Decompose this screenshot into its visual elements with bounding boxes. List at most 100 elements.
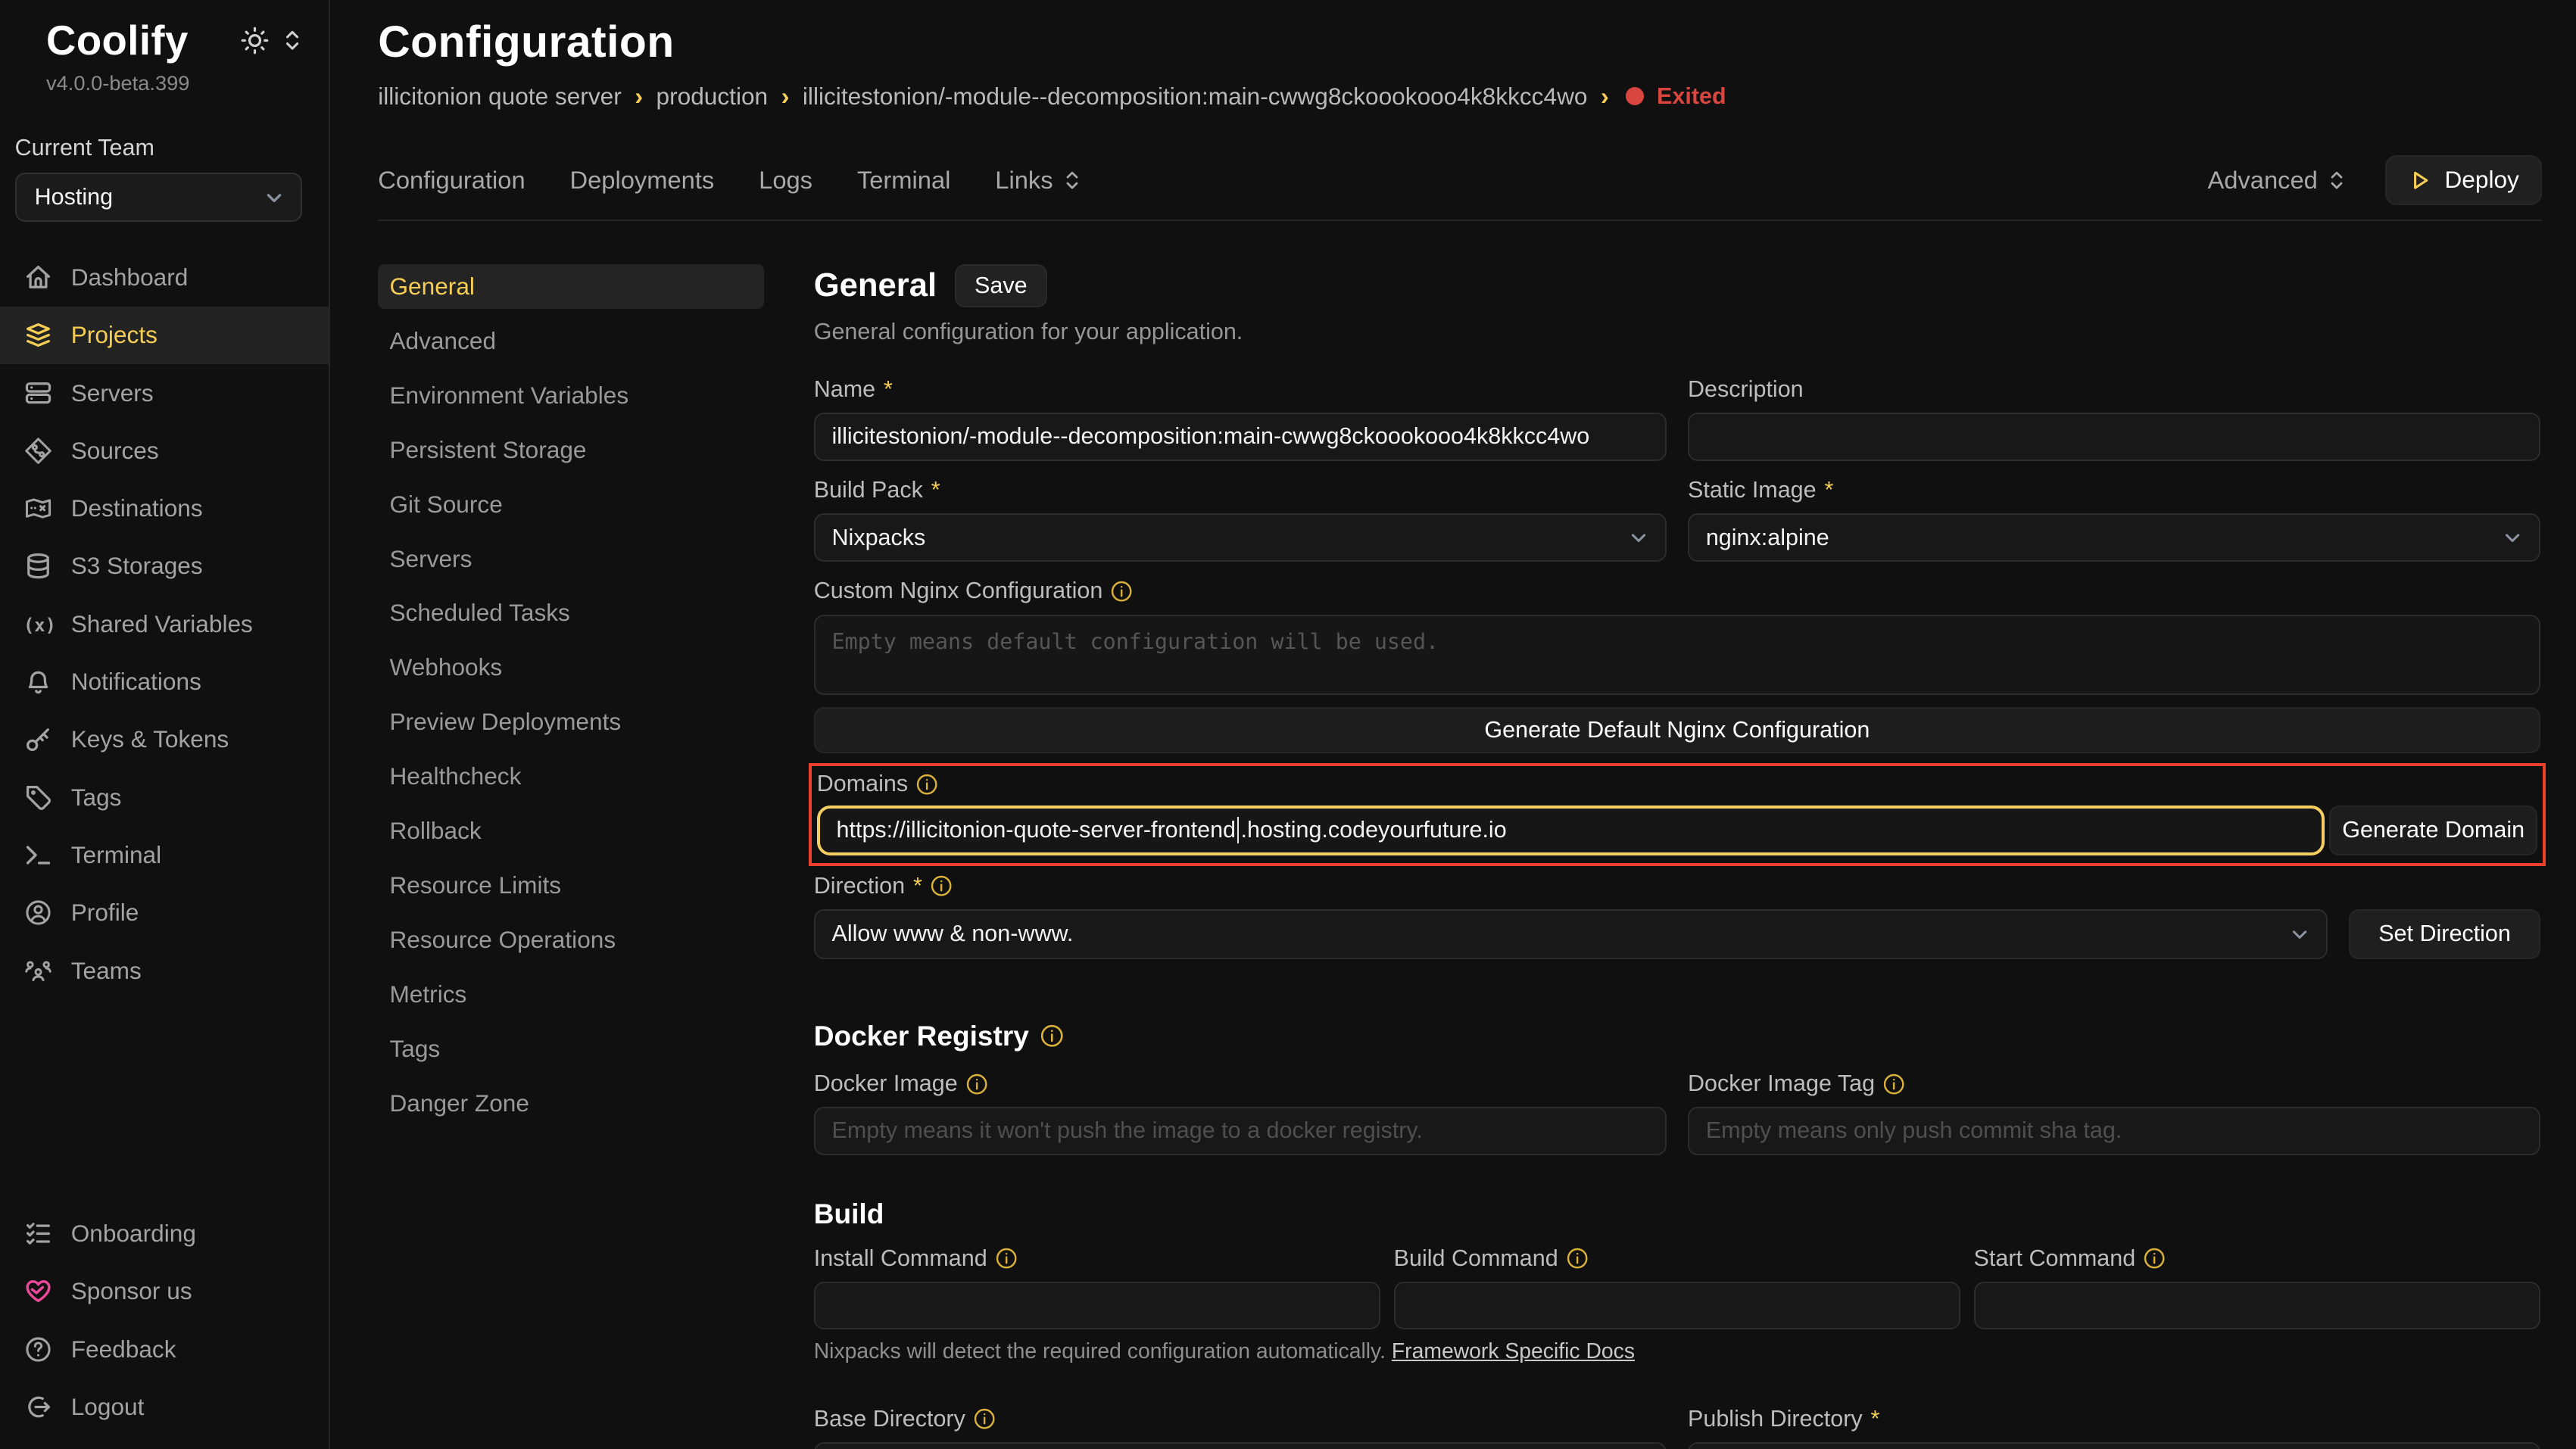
description-input[interactable] [1688, 413, 2540, 460]
publish-directory-input[interactable] [1688, 1442, 2540, 1449]
required-marker: * [1825, 477, 1834, 503]
info-icon [966, 1074, 987, 1095]
build-command-input[interactable] [1394, 1282, 1960, 1329]
tab-deployments[interactable]: Deployments [570, 166, 715, 195]
subnav-git-source[interactable]: Git Source [378, 482, 764, 527]
help-circle-icon [23, 1335, 53, 1364]
subnav-webhooks[interactable]: Webhooks [378, 646, 764, 690]
breadcrumb-application[interactable]: illicitestonion/-module--decomposition:m… [803, 83, 1588, 111]
sidebar-item-teams[interactable]: Teams [0, 942, 329, 999]
publish-directory-label: Publish Directory [1688, 1406, 1863, 1432]
generate-nginx-button[interactable]: Generate Default Nginx Configuration [814, 707, 2540, 753]
subnav-general[interactable]: General [378, 264, 764, 309]
play-icon [2409, 169, 2432, 192]
generate-domain-button[interactable]: Generate Domain [2329, 806, 2537, 855]
sidebar-item-shared-variables[interactable]: (x) Shared Variables [0, 595, 329, 653]
breadcrumb: illicitonion quote server › production ›… [378, 82, 2542, 111]
logout-icon [23, 1392, 53, 1422]
nginx-config-textarea[interactable]: Empty means default configuration will b… [814, 615, 2540, 696]
subnav-advanced[interactable]: Advanced [378, 319, 764, 363]
sidebar-item-label: Terminal [71, 841, 161, 869]
subnav-resource-operations[interactable]: Resource Operations [378, 918, 764, 962]
subnav-metrics[interactable]: Metrics [378, 972, 764, 1017]
sidebar-item-sources[interactable]: Sources [0, 422, 329, 479]
sidebar-item-terminal[interactable]: Terminal [0, 826, 329, 883]
docker-image-input[interactable] [814, 1107, 1667, 1155]
section-subtitle: General configuration for your applicati… [814, 319, 2540, 345]
direction-select[interactable]: Allow www & non-www. [814, 909, 2328, 958]
subnav-danger-zone[interactable]: Danger Zone [378, 1081, 764, 1126]
sidebar-item-projects[interactable]: Projects [0, 307, 329, 364]
subnav-rollback[interactable]: Rollback [378, 809, 764, 853]
start-command-input[interactable] [1974, 1282, 2540, 1329]
team-select[interactable]: Hosting [15, 173, 303, 222]
list-checks-icon [23, 1219, 53, 1248]
subnav-persistent-storage[interactable]: Persistent Storage [378, 428, 764, 472]
chevron-down-icon [2503, 528, 2522, 547]
set-direction-button[interactable]: Set Direction [2349, 909, 2540, 958]
required-marker: * [913, 873, 922, 899]
tab-links-label: Links [995, 166, 1053, 195]
sidebar-item-sponsor-us[interactable]: Sponsor us [0, 1263, 329, 1320]
sidebar-item-label: Keys & Tokens [71, 725, 229, 753]
sidebar-item-feedback[interactable]: Feedback [0, 1320, 329, 1378]
breadcrumb-environment[interactable]: production [656, 83, 769, 111]
subnav-tags[interactable]: Tags [378, 1027, 764, 1071]
name-input[interactable] [814, 413, 1667, 460]
sidebar-item-onboarding[interactable]: Onboarding [0, 1204, 329, 1262]
required-marker: * [884, 376, 893, 403]
build-pack-select[interactable]: Nixpacks [814, 513, 1667, 561]
sidebar-item-label: Servers [71, 379, 154, 407]
breadcrumb-separator: › [781, 82, 790, 111]
breadcrumb-project[interactable]: illicitonion quote server [378, 83, 622, 111]
current-team-label: Current Team [15, 135, 303, 161]
chevrons-up-down-icon[interactable] [282, 29, 302, 52]
static-image-label: Static Image [1688, 477, 1817, 503]
docker-image-tag-input[interactable] [1688, 1107, 2540, 1155]
sidebar-item-logout[interactable]: Logout [0, 1378, 329, 1435]
domains-input[interactable]: https://illicitonion-quote-server-fronte… [817, 806, 2325, 855]
save-button[interactable]: Save [955, 264, 1047, 307]
info-icon [996, 1248, 1017, 1269]
install-command-label: Install Command [814, 1245, 987, 1272]
domain-value-after-caret: .hosting.codeyourfuture.io [1241, 817, 1507, 843]
subnav-healthcheck[interactable]: Healthcheck [378, 754, 764, 799]
docker-registry-heading: Docker Registry [814, 1020, 1029, 1052]
deploy-button[interactable]: Deploy [2385, 155, 2542, 204]
sidebar-item-dashboard[interactable]: Dashboard [0, 248, 329, 306]
sidebar-item-label: Projects [71, 321, 157, 349]
framework-docs-link[interactable]: Framework Specific Docs [1392, 1339, 1635, 1363]
deploy-label: Deploy [2444, 166, 2518, 194]
sidebar-item-keys-tokens[interactable]: Keys & Tokens [0, 711, 329, 768]
status-badge: Exited [1657, 83, 1726, 110]
sidebar-item-tags[interactable]: Tags [0, 768, 329, 826]
subnav-environment-variables[interactable]: Environment Variables [378, 373, 764, 418]
sidebar-item-servers[interactable]: Servers [0, 364, 329, 422]
tab-links[interactable]: Links [995, 166, 1081, 195]
sidebar-item-notifications[interactable]: Notifications [0, 653, 329, 710]
advanced-menu[interactable]: Advanced [2207, 166, 2345, 195]
user-circle-icon [23, 898, 53, 927]
sidebar-item-label: Tags [71, 784, 122, 812]
git-source-icon [23, 436, 53, 466]
subnav-servers[interactable]: Servers [378, 537, 764, 581]
subnav-scheduled-tasks[interactable]: Scheduled Tasks [378, 591, 764, 636]
base-directory-input[interactable] [814, 1442, 1667, 1449]
tab-terminal[interactable]: Terminal [857, 166, 951, 195]
docker-image-label: Docker Image [814, 1070, 958, 1097]
nixpacks-note-text: Nixpacks will detect the required config… [814, 1339, 1386, 1363]
sidebar-item-profile[interactable]: Profile [0, 884, 329, 942]
base-directory-label: Base Directory [814, 1406, 965, 1432]
tab-logs[interactable]: Logs [759, 166, 812, 195]
start-command-label: Start Command [1974, 1245, 2136, 1272]
subnav-resource-limits[interactable]: Resource Limits [378, 863, 764, 908]
tab-configuration[interactable]: Configuration [378, 166, 525, 195]
static-image-select[interactable]: nginx:alpine [1688, 513, 2540, 561]
advanced-label: Advanced [2207, 166, 2317, 195]
theme-sun-icon[interactable] [241, 26, 269, 55]
sidebar-item-s3-storages[interactable]: S3 Storages [0, 538, 329, 595]
install-command-input[interactable] [814, 1282, 1380, 1329]
sidebar-item-destinations[interactable]: Destinations [0, 480, 329, 538]
subnav-preview-deployments[interactable]: Preview Deployments [378, 700, 764, 744]
info-icon [2144, 1248, 2165, 1269]
